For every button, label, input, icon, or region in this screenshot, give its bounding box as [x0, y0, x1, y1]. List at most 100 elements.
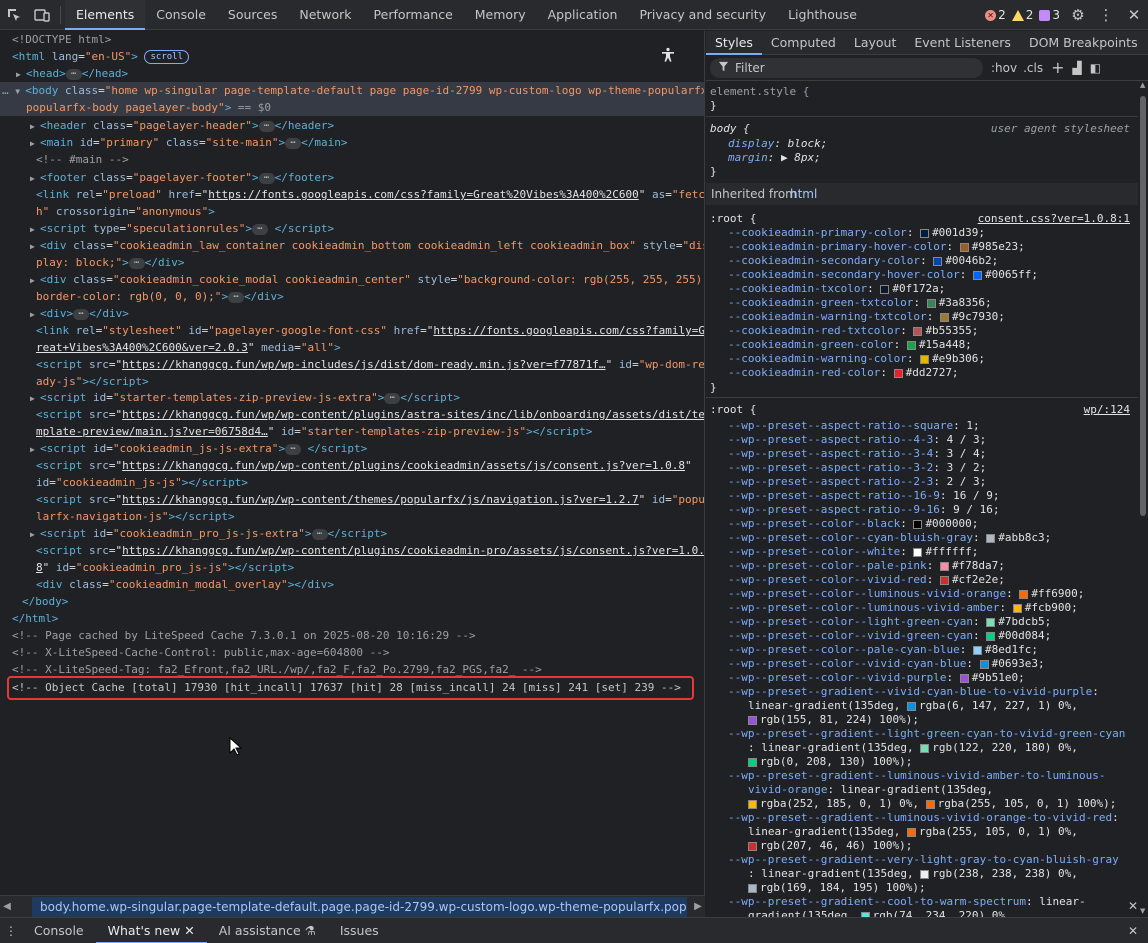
- css-variable-declaration[interactable]: --wp--preset--aspect-ratio--2-3: 2 / 3;: [728, 475, 986, 489]
- color-swatch[interactable]: [926, 298, 936, 308]
- body-rule-selector[interactable]: body {: [710, 122, 750, 136]
- script-pro-extra-node[interactable]: ▶ <script id="cookieadmin_pro_js-js-extra…: [30, 525, 387, 542]
- script-starter-extra-node[interactable]: ▶ <script id="starter-templates-zip-previ…: [30, 389, 460, 406]
- issues-count[interactable]: 3: [1039, 8, 1060, 22]
- tab-console[interactable]: Console: [145, 0, 217, 30]
- div-cookie-modal-cont[interactable]: border-color: rgb(0, 0, 0);"> ⋯ </div>: [36, 288, 284, 305]
- color-swatch[interactable]: [986, 533, 996, 543]
- css-variable-declaration[interactable]: --wp--preset--color--cyan-bluish-gray: #…: [728, 531, 1051, 545]
- drawer-tab-whats-new[interactable]: What's new ✕: [95, 918, 207, 943]
- color-swatch[interactable]: [973, 270, 983, 280]
- css-variable-declaration[interactable]: --wp--preset--aspect-ratio--4-3: 4 / 3;: [728, 433, 986, 447]
- drawer-tab-issues[interactable]: Issues: [328, 918, 391, 943]
- script-consent-cont[interactable]: id="cookieadmin_js-js"></script>: [36, 474, 248, 491]
- breadcrumb-scroll-left-icon[interactable]: ◀: [0, 901, 14, 912]
- tab-memory[interactable]: Memory: [464, 0, 537, 30]
- gradient-green-cyan-declaration[interactable]: --wp--preset--gradient--light-green-cyan…: [728, 727, 1125, 741]
- color-swatch[interactable]: [906, 701, 916, 711]
- styles-scrollbar-thumb[interactable]: [1140, 96, 1146, 516]
- settings-gear-icon[interactable]: ⚙: [1064, 6, 1092, 24]
- script-pro-consent-cont[interactable]: 8" id="cookieadmin_pro_js-js"></script>: [36, 559, 294, 576]
- error-count[interactable]: ✕ 2: [985, 8, 1006, 22]
- root-rule-1-selector[interactable]: :root {: [710, 212, 756, 226]
- css-variable-declaration[interactable]: --wp--preset--color--vivid-purple: #9b51…: [728, 671, 1025, 685]
- tab-lighthouse[interactable]: Lighthouse: [777, 0, 868, 30]
- gradient-cool-warm-declaration[interactable]: --wp--preset--gradient--cool-to-warm-spe…: [728, 895, 1086, 909]
- script-speculation-node[interactable]: ▶ <script type="speculationrules"> ⋯ </scr…: [30, 220, 334, 237]
- close-tab-icon[interactable]: ✕: [184, 923, 194, 938]
- css-variable-declaration[interactable]: --cookieadmin-txcolor: #0f172a;: [728, 282, 945, 296]
- drawer-tab-ai-assistance[interactable]: AI assistance ⚗: [207, 918, 328, 943]
- css-variable-declaration[interactable]: --wp--preset--aspect-ratio--square: 1;: [728, 419, 980, 433]
- color-swatch[interactable]: [913, 326, 923, 336]
- issue-counters[interactable]: ✕ 2 2 3: [985, 0, 1060, 30]
- scroll-down-icon[interactable]: ▼: [1140, 907, 1145, 915]
- css-variable-declaration[interactable]: --cookieadmin-secondary-color: #0046b2;: [728, 254, 998, 268]
- tab-sources[interactable]: Sources: [217, 0, 288, 30]
- body-close-tag[interactable]: </body>: [22, 593, 68, 610]
- scroll-badge[interactable]: scroll: [144, 50, 189, 64]
- scroll-up-icon[interactable]: ▲: [1140, 81, 1145, 89]
- collapse-arrow-icon[interactable]: ▼: [15, 83, 25, 100]
- tab-event-listeners[interactable]: Event Listeners: [905, 31, 1020, 55]
- link-preload-node-cont[interactable]: h" crossorigin="anonymous">: [36, 203, 215, 220]
- script-astra-cont[interactable]: mplate-preview/main.js?ver=06758d4…" id=…: [36, 423, 592, 440]
- css-variable-declaration[interactable]: --wp--preset--color--pale-cyan-blue: #8e…: [728, 643, 1038, 657]
- color-swatch[interactable]: [1019, 589, 1029, 599]
- tab-layout[interactable]: Layout: [845, 31, 906, 55]
- comment-page-cached[interactable]: <!-- Page cached by LiteSpeed Cache 7.3.…: [12, 627, 476, 644]
- div-empty-node[interactable]: ▶ <div> ⋯ </div>: [30, 305, 129, 322]
- color-swatch[interactable]: [880, 284, 890, 294]
- styles-scrollbar[interactable]: ▲ ▼: [1138, 81, 1148, 917]
- breadcrumb-body-item[interactable]: body.home.wp-singular.page-template-defa…: [32, 896, 687, 917]
- color-swatch[interactable]: [979, 659, 989, 669]
- warning-count[interactable]: 2: [1011, 8, 1033, 22]
- css-variable-declaration[interactable]: --wp--preset--aspect-ratio--9-16: 9 / 16…: [728, 503, 1000, 517]
- script-astra-node[interactable]: <script src="https://khanggcg.fun/wp/wp-…: [36, 406, 704, 423]
- html-close-tag[interactable]: </html>: [12, 610, 58, 627]
- styles-filter-input[interactable]: Filter: [710, 57, 983, 78]
- comment-cache-control[interactable]: <!-- X-LiteSpeed-Cache-Control: public,m…: [12, 644, 390, 661]
- color-swatch[interactable]: [920, 869, 930, 879]
- css-variable-declaration[interactable]: --wp--preset--aspect-ratio--3-4: 3 / 4;: [728, 447, 986, 461]
- color-swatch[interactable]: [748, 715, 757, 725]
- margin-declaration[interactable]: margin: ▶ 8px;: [728, 151, 821, 165]
- color-swatch[interactable]: [920, 743, 930, 753]
- color-swatch[interactable]: [920, 354, 930, 364]
- color-swatch[interactable]: [939, 575, 949, 585]
- head-node[interactable]: ▶ <head> ⋯ </head>: [16, 65, 128, 82]
- body-node-selected-cont[interactable]: popularfx-body pagelayer-body"> == $0: [0, 99, 704, 116]
- tab-dom-breakpoints[interactable]: DOM Breakpoints: [1020, 31, 1147, 55]
- doctype-line[interactable]: <!DOCTYPE html>: [12, 31, 111, 48]
- color-swatch[interactable]: [939, 561, 949, 571]
- css-variable-declaration[interactable]: --cookieadmin-primary-color: #001d39;: [728, 226, 985, 240]
- color-swatch[interactable]: [893, 368, 903, 378]
- script-pro-consent-node[interactable]: <script src="https://khanggcg.fun/wp/wp-…: [36, 542, 704, 559]
- css-variable-declaration[interactable]: --wp--preset--aspect-ratio--3-2: 3 / 2;: [728, 461, 986, 475]
- tab-privacy-security[interactable]: Privacy and security: [628, 0, 777, 30]
- css-variable-declaration[interactable]: --cookieadmin-primary-hover-color: #985e…: [728, 240, 1025, 254]
- more-options-icon[interactable]: ⋮: [1092, 6, 1120, 24]
- tab-computed[interactable]: Computed: [762, 31, 845, 55]
- new-style-rule-icon[interactable]: +: [1051, 58, 1064, 77]
- div-modal-overlay-node[interactable]: <div class="cookieadmin_modal_overlay"><…: [36, 576, 334, 593]
- gradient-orange-red-declaration[interactable]: --wp--preset--gradient--luminous-vivid-o…: [728, 811, 1119, 825]
- link-google-font-node[interactable]: <link rel="stylesheet" id="pagelayer-goo…: [36, 322, 704, 339]
- html-node[interactable]: <html lang="en-US"> scroll: [12, 48, 189, 65]
- close-styles-icon[interactable]: ✕: [1128, 899, 1138, 913]
- css-variable-declaration[interactable]: --cookieadmin-warning-txtcolor: #9c7930;: [728, 310, 1005, 324]
- device-toolbar-icon[interactable]: [28, 0, 56, 30]
- script-cookieadmin-extra-node[interactable]: ▶ <script id="cookieadmin_js-js-extra"> ⋯ …: [30, 440, 367, 457]
- paint-brush-icon[interactable]: ▟: [1073, 61, 1082, 75]
- close-icon[interactable]: ✕: [1120, 6, 1148, 24]
- wp-source-link[interactable]: wp/:124: [1084, 403, 1130, 416]
- tab-network[interactable]: Network: [288, 0, 362, 30]
- expand-arrow-icon[interactable]: ▶: [16, 66, 26, 83]
- color-swatch[interactable]: [959, 242, 969, 252]
- tab-application[interactable]: Application: [537, 0, 629, 30]
- div-cookie-modal-node[interactable]: ▶ <div class="cookieadmin_cookie_modal co…: [30, 271, 704, 288]
- hover-state-toggle[interactable]: :hov: [991, 61, 1017, 75]
- accessibility-person-icon[interactable]: [660, 47, 676, 67]
- drawer-tab-console[interactable]: Console: [22, 918, 96, 943]
- script-consent-node[interactable]: <script src="https://khanggcg.fun/wp/wp-…: [36, 457, 692, 474]
